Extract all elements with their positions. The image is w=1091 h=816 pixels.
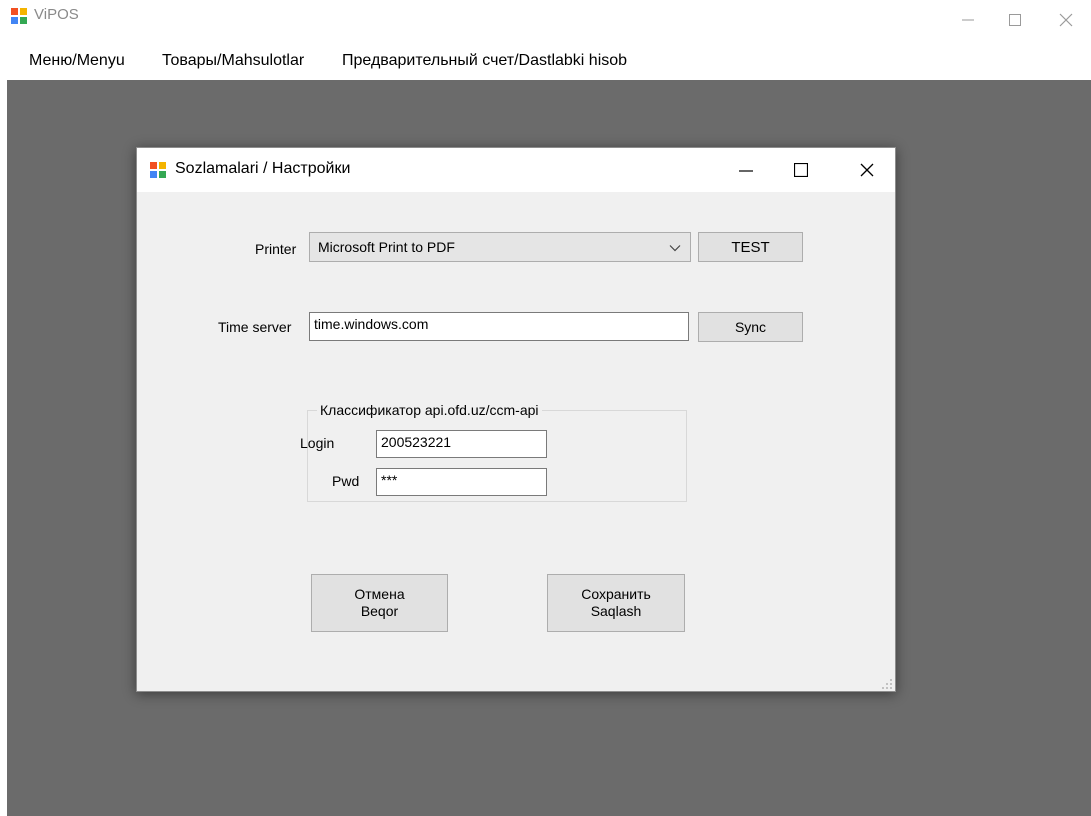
resize-grip-icon[interactable] (881, 678, 893, 690)
printer-select[interactable]: Microsoft Print to PDF (309, 232, 691, 262)
login-label: Login (300, 435, 335, 451)
menu-bar: Меню/Menyu Товары/Mahsulotlar Предварите… (0, 44, 1091, 80)
minimize-icon (739, 170, 753, 172)
menu-item-preliminary-bill[interactable]: Предварительный счет/Dastlabki hisob (342, 52, 627, 70)
minimize-icon (962, 19, 974, 21)
time-server-input[interactable]: time.windows.com (309, 312, 689, 341)
settings-dialog: Sozlamalari / Настройки Printer Microsof… (136, 147, 896, 692)
dialog-app-icon (150, 162, 166, 178)
maximize-button[interactable] (992, 0, 1038, 40)
close-icon (860, 163, 874, 177)
dialog-close-button[interactable] (844, 150, 890, 190)
classifier-group-title: Классификатор api.ofd.uz/ccm-api (317, 402, 542, 418)
login-input[interactable]: 200523221 (376, 430, 547, 458)
cancel-button-label-ru: Отмена (354, 586, 405, 602)
sync-button[interactable]: Sync (698, 312, 803, 342)
chevron-down-icon (669, 245, 681, 252)
dialog-maximize-button[interactable] (778, 150, 824, 190)
close-icon (1059, 13, 1073, 27)
window-title: ViPOS (34, 6, 79, 23)
printer-selected-value: Microsoft Print to PDF (318, 239, 455, 255)
close-button[interactable] (1043, 0, 1089, 40)
minimize-button[interactable] (945, 0, 991, 40)
save-button[interactable]: Сохранить Saqlash (547, 574, 685, 632)
cancel-button-label-uz: Beqor (360, 603, 399, 619)
pwd-label: Pwd (332, 473, 360, 489)
menu-item-products[interactable]: Товары/Mahsulotlar (162, 52, 304, 70)
save-button-label-ru: Сохранить (581, 586, 651, 602)
test-button[interactable]: TEST (698, 232, 803, 262)
maximize-icon (1009, 14, 1021, 26)
dialog-titlebar[interactable]: Sozlamalari / Настройки (137, 148, 895, 192)
time-server-label: Time server (218, 319, 292, 335)
menu-item-menu[interactable]: Меню/Menyu (29, 52, 125, 70)
dialog-title: Sozlamalari / Настройки (175, 160, 351, 177)
app-window-icon (11, 8, 27, 24)
cancel-button[interactable]: Отмена Beqor (311, 574, 448, 632)
save-button-label-uz: Saqlash (590, 603, 642, 619)
printer-label: Printer (255, 241, 297, 257)
maximize-icon (794, 163, 808, 177)
window-titlebar[interactable]: ViPOS (0, 0, 1091, 44)
pwd-input[interactable]: *** (376, 468, 547, 496)
dialog-minimize-button[interactable] (723, 150, 769, 190)
